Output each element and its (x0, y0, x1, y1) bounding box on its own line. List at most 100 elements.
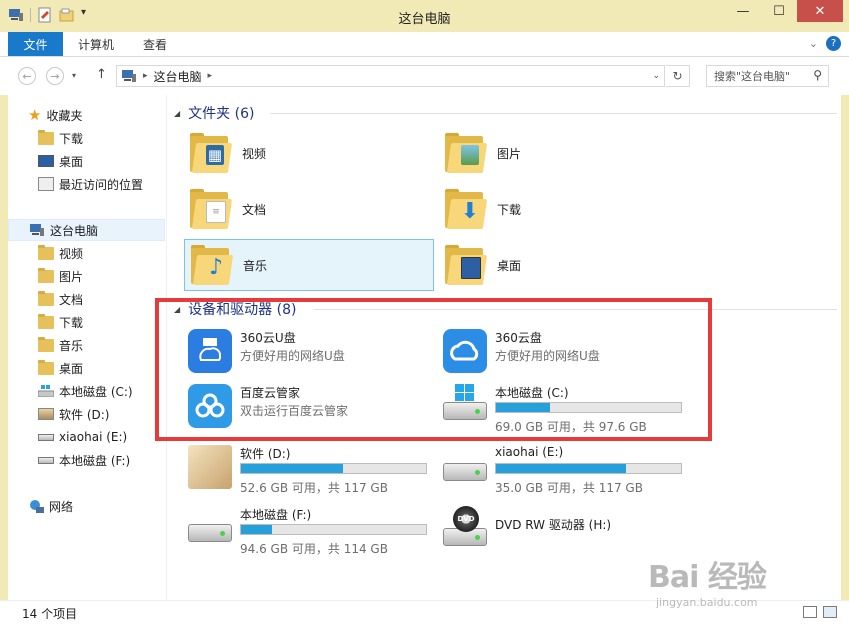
address-dropdown-icon[interactable]: ⌄ (652, 71, 660, 81)
collapse-arrow-icon: ◢ (174, 108, 181, 118)
drive-space-text: 35.0 GB 可用，共 117 GB (495, 481, 643, 495)
nav-favorites[interactable]: ★ 收藏夹 (28, 104, 82, 126)
nav-label: 本地磁盘 (F:) (59, 453, 131, 468)
music-folder-icon (38, 336, 54, 352)
drive-usage-fill (241, 464, 343, 473)
ribbon-tabs: 文件 计算机 查看 ⌄ ? (0, 32, 849, 57)
folder-tile-desktop[interactable]: 桌面 (439, 239, 689, 291)
refresh-button[interactable]: ↻ (666, 65, 690, 87)
folder-tile-documents[interactable]: ≡ 文档 (184, 183, 434, 235)
nav-drive-f[interactable]: 本地磁盘 (F:) (38, 449, 130, 471)
group-title: 文件夹 (6) (188, 106, 255, 122)
nav-label: 文档 (59, 292, 84, 307)
nav-this-pc[interactable]: 这台电脑 (8, 219, 165, 241)
desktop-folder-icon (443, 243, 488, 287)
breadcrumb-separator-icon[interactable]: ▸ (208, 71, 213, 81)
group-divider (270, 113, 837, 114)
nav-label: 这台电脑 (50, 223, 99, 238)
drive-f[interactable]: 本地磁盘 (F:) 94.6 GB 可用，共 114 GB (184, 502, 434, 556)
nav-favorites-downloads[interactable]: 下载 (38, 127, 83, 149)
nav-label: 音乐 (59, 338, 84, 353)
nav-label: 收藏夹 (46, 108, 83, 123)
nav-label: 本地磁盘 (C:) (59, 384, 133, 399)
windows-drive-icon (37, 385, 55, 398)
computer-icon (29, 223, 45, 237)
music-folder-icon: ♪ (189, 243, 234, 287)
dvd-drive[interactable]: DVD DVD RW 驱动器 (H:) (439, 502, 689, 552)
folder-name: 视频 (242, 146, 267, 161)
documents-folder-icon (38, 290, 54, 306)
window-controls: — ☐ ✕ (725, 0, 843, 22)
nav-desktop[interactable]: 桌面 (38, 357, 83, 379)
explorer-window: ▾ 这台电脑 — ☐ ✕ 文件 计算机 查看 ⌄ ? ← → ▾ ↑ ▸ 这台电… (0, 0, 849, 633)
folder-tile-music[interactable]: ♪ 音乐 (184, 239, 434, 291)
minimize-button[interactable]: — (725, 0, 761, 22)
address-field[interactable]: ▸ 这台电脑 ▸ ⌄ (116, 65, 665, 87)
folder-name: 音乐 (243, 258, 268, 273)
nav-label: xiaohai (E:) (59, 430, 128, 444)
nav-drive-d[interactable]: 软件 (D:) (38, 403, 109, 425)
network-icon (28, 499, 44, 513)
nav-label: 下载 (59, 315, 84, 330)
nav-label: 桌面 (59, 154, 84, 169)
close-button[interactable]: ✕ (797, 0, 843, 22)
dvd-drive-icon: DVD (443, 506, 487, 550)
documents-folder-icon: ≡ (188, 187, 233, 231)
expand-ribbon-icon[interactable]: ⌄ (809, 37, 818, 50)
drive-d[interactable]: 软件 (D:) 52.6 GB 可用，共 117 GB (184, 441, 434, 495)
drive-name: DVD RW 驱动器 (H:) (495, 518, 612, 532)
downloads-folder-icon (38, 313, 54, 329)
downloads-folder-icon (38, 129, 54, 145)
drive-usage-bar (240, 463, 427, 474)
nav-label: 下载 (59, 131, 84, 146)
folder-name: 下载 (497, 202, 522, 217)
tab-view[interactable]: 查看 (143, 32, 167, 56)
drive-usage-bar (240, 524, 427, 535)
drive-e[interactable]: xiaohai (E:) 35.0 GB 可用，共 117 GB (439, 441, 689, 495)
drive-name: xiaohai (E:) (495, 445, 564, 459)
nav-label: 最近访问的位置 (59, 177, 144, 192)
folder-tile-downloads[interactable]: ⬇ 下载 (439, 183, 689, 235)
nav-documents[interactable]: 文档 (38, 288, 83, 310)
drive-space-text: 94.6 GB 可用，共 114 GB (240, 542, 388, 556)
back-button[interactable]: ← (18, 67, 36, 85)
desktop-folder-icon (38, 359, 54, 375)
hard-drive-icon (38, 456, 54, 464)
drive-name: 本地磁盘 (F:) (240, 508, 312, 522)
drive-usage-fill (496, 464, 626, 473)
drive-photo-icon (188, 445, 232, 489)
pictures-folder-icon (443, 131, 488, 175)
search-input[interactable]: 搜索"这台电脑" ⚲ (706, 65, 829, 87)
nav-favorites-recent[interactable]: 最近访问的位置 (38, 173, 143, 195)
nav-favorites-desktop[interactable]: 桌面 (38, 150, 83, 172)
forward-button[interactable]: → (46, 67, 64, 85)
nav-label: 软件 (D:) (59, 407, 110, 422)
recent-places-icon (38, 177, 54, 191)
folders-group-header[interactable]: ◢ 文件夹 (6) (174, 103, 254, 123)
maximize-button[interactable]: ☐ (761, 0, 797, 22)
nav-network[interactable]: 网络 (28, 495, 73, 517)
address-bar-row: ← → ▾ ↑ ▸ 这台电脑 ▸ ⌄ ↻ 搜索"这台电脑" ⚲ (0, 57, 849, 95)
drive-usage-fill (241, 525, 273, 534)
nav-videos[interactable]: 视频 (38, 242, 83, 264)
nav-drive-c[interactable]: 本地磁盘 (C:) (37, 380, 133, 402)
nav-drive-e[interactable]: xiaohai (E:) (38, 426, 127, 448)
folder-tile-videos[interactable]: ▦ 视频 (184, 127, 434, 179)
watermark: Bai 经验 jingyan.baidu.com (648, 552, 828, 609)
watermark-url: jingyan.baidu.com (656, 596, 758, 609)
recent-locations-icon[interactable]: ▾ (72, 71, 76, 80)
up-button[interactable]: ↑ (96, 67, 107, 82)
computer-icon (121, 69, 137, 83)
nav-pictures[interactable]: 图片 (38, 265, 83, 287)
desktop-icon (38, 155, 54, 167)
tab-computer[interactable]: 计算机 (78, 32, 114, 56)
folder-name: 桌面 (497, 258, 522, 273)
nav-downloads[interactable]: 下载 (38, 311, 83, 333)
tab-file[interactable]: 文件 (8, 32, 63, 56)
help-icon[interactable]: ? (826, 36, 841, 51)
folder-name: 图片 (497, 146, 522, 161)
highlight-box (155, 298, 712, 441)
folder-tile-pictures[interactable]: 图片 (439, 127, 689, 179)
breadcrumb-item[interactable]: 这台电脑 (154, 68, 202, 85)
nav-music[interactable]: 音乐 (38, 334, 83, 356)
